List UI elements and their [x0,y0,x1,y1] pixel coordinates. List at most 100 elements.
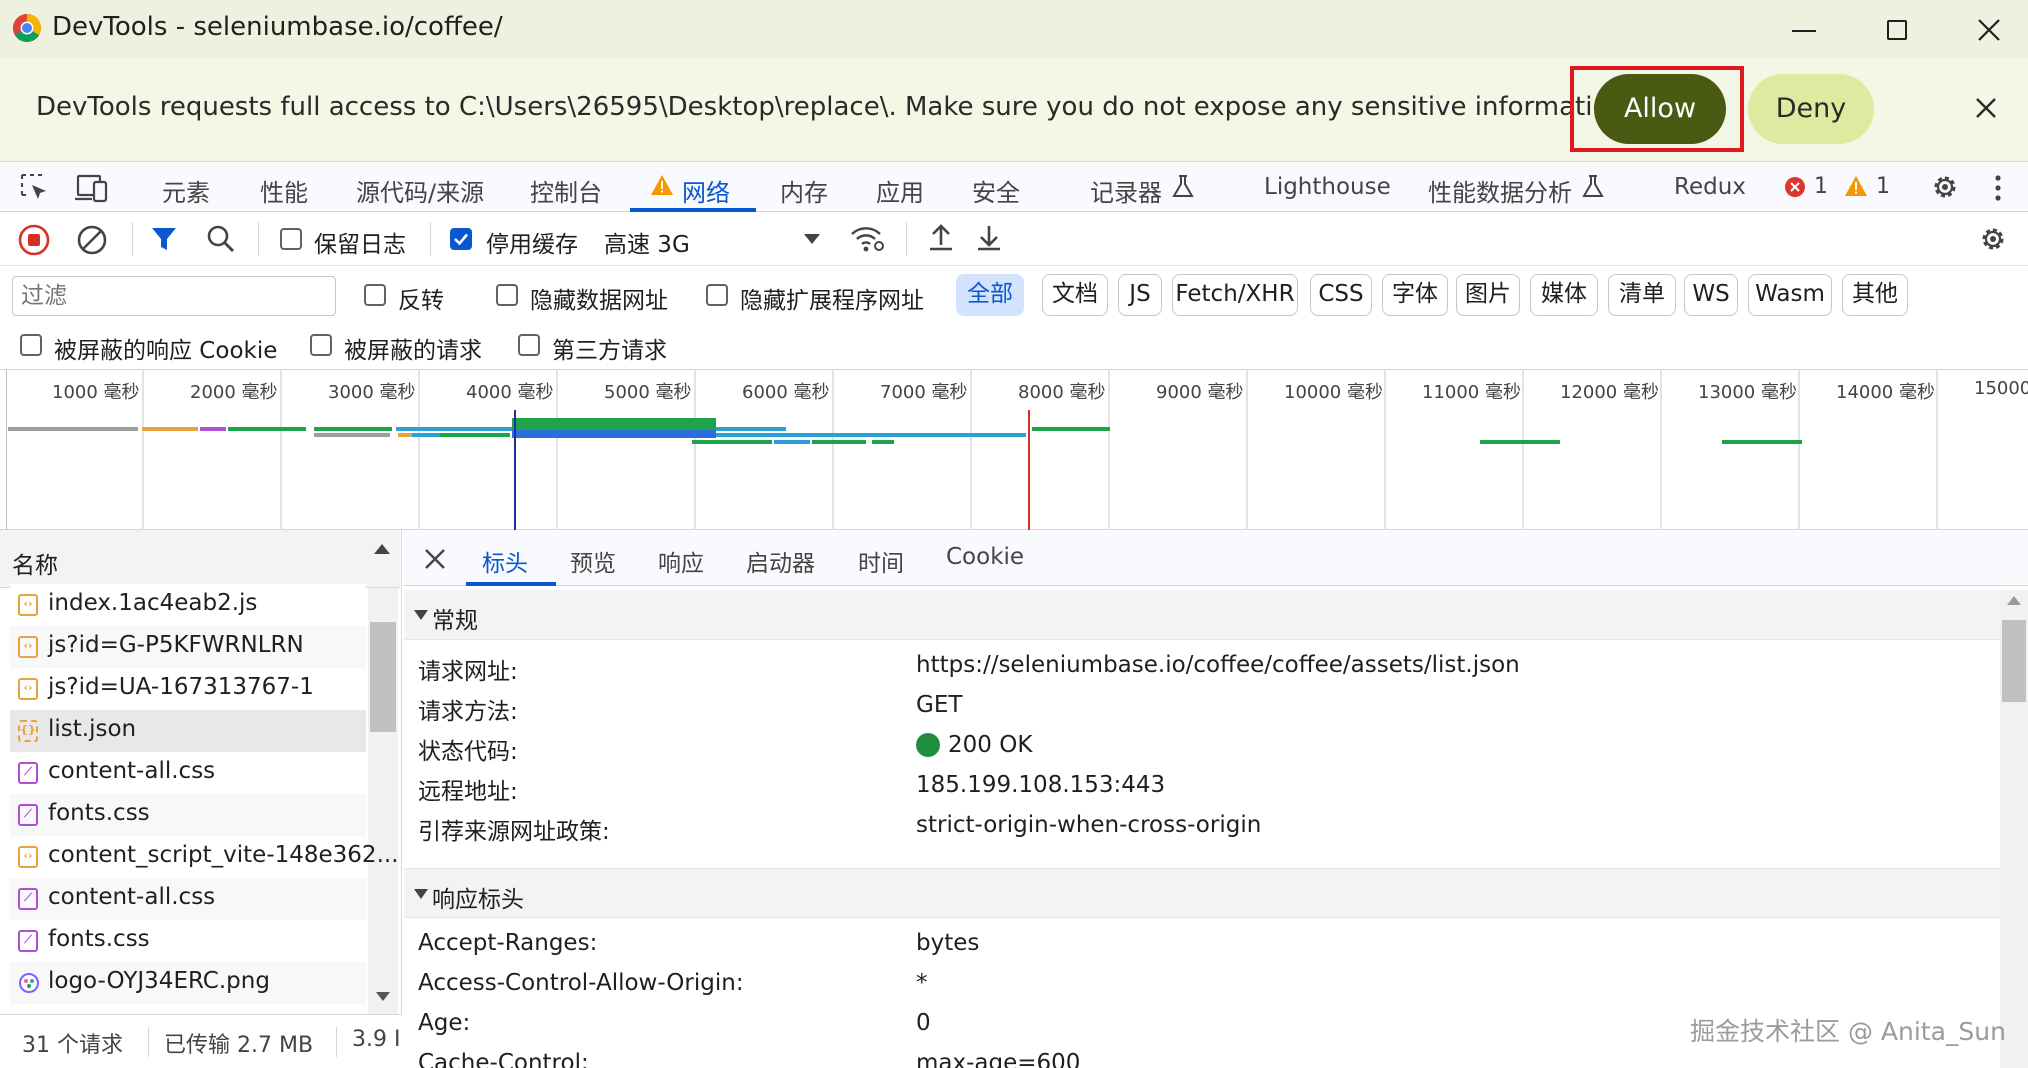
timeline-bar [142,427,198,431]
tab-performance-insights[interactable]: 性能数据分析 [1428,162,1608,212]
timeline-tick: 3000 毫秒 [328,382,416,403]
throttling-select[interactable]: 高速 3G [600,218,830,260]
scroll-up-icon[interactable] [2007,596,2021,605]
tab-security[interactable]: 安全 [972,173,1020,208]
maximize-button[interactable] [1872,10,1922,50]
issues-counter[interactable]: 1 1 [1782,162,1892,212]
search-icon[interactable] [206,224,236,254]
checkmark-icon [454,233,468,246]
minimize-button[interactable] [1780,10,1830,50]
tab-lighthouse[interactable]: Lighthouse [1264,174,1391,200]
close-infobar-button[interactable] [1966,88,2006,128]
blocked-cookies-checkbox[interactable] [20,334,42,356]
type-filter-fetch[interactable]: Fetch/XHR [1172,274,1298,316]
tab-memory[interactable]: 内存 [780,173,828,208]
request-name: fonts.css [48,926,150,952]
request-row[interactable]: ‹› js?id=UA-167313767-1 [10,668,366,710]
request-row-selected[interactable]: {} list.json [10,710,366,752]
minimize-icon [1792,30,1816,32]
header-key: Cache-Control: [418,1050,589,1068]
type-filter-ws[interactable]: WS [1684,274,1738,316]
sort-ascending-icon [374,544,390,554]
response-headers-section-header[interactable]: 响应标头 [404,868,2000,918]
close-icon [1978,19,2000,41]
export-har-icon[interactable] [974,223,1004,253]
request-row[interactable]: ⟋ content-all.css [10,878,366,920]
request-row[interactable]: logo-OYJ34ERC.png [10,962,366,1004]
tab-initiator[interactable]: 启动器 [746,544,815,578]
settings-gear-icon[interactable] [1930,172,1960,202]
type-filter-css[interactable]: CSS [1310,274,1372,316]
request-row[interactable]: ⟋ fonts.css [10,920,366,962]
type-filter-doc[interactable]: 文档 [1042,274,1108,316]
tab-application[interactable]: 应用 [876,173,924,208]
network-conditions-icon[interactable] [850,224,886,254]
filter-input[interactable] [12,276,336,316]
deny-button[interactable]: Deny [1748,74,1874,144]
import-har-icon[interactable] [926,223,956,253]
close-detail-button[interactable] [418,542,452,576]
hide-extension-urls-checkbox[interactable] [706,284,728,306]
tab-preview[interactable]: 预览 [570,544,616,578]
type-filter-js[interactable]: JS [1118,274,1162,316]
disable-cache-checkbox[interactable] [450,228,472,250]
request-list-scrollbar[interactable] [368,588,398,1020]
tab-response[interactable]: 响应 [658,544,704,578]
stop-recording-icon[interactable] [18,224,50,256]
scrollbar-thumb[interactable] [2002,620,2026,702]
tab-elements[interactable]: 元素 [162,173,210,208]
tab-timing[interactable]: 时间 [858,544,904,578]
type-filter-all[interactable]: 全部 [956,274,1024,316]
tab-console[interactable]: 控制台 [530,173,602,208]
close-window-button[interactable] [1964,10,2014,50]
response-headers-section-title: 响应标头 [432,887,524,913]
timeline-bar [1032,427,1110,431]
infobar-message: DevTools requests full access to C:\User… [36,92,1634,122]
tab-recorder[interactable]: 记录器 [1090,162,1210,212]
hide-data-urls-checkbox[interactable] [496,284,518,306]
tab-cookies[interactable]: Cookie [946,544,1024,570]
detail-scrollbar[interactable] [2000,590,2028,1068]
network-settings-gear-icon[interactable] [1978,224,2008,254]
timeline-tick: 10000 毫秒 [1284,382,1383,403]
type-filter-other[interactable]: 其他 [1842,274,1908,316]
preserve-log-checkbox[interactable] [280,228,302,250]
general-section-header[interactable]: 常规 [404,590,2000,640]
tab-headers[interactable]: 标头 [482,544,528,578]
timeline-bar [1722,440,1802,444]
request-url-value: https://seleniumbase.io/coffee/coffee/as… [916,652,1520,678]
third-party-checkbox[interactable] [518,334,540,356]
invert-checkbox[interactable] [364,284,386,306]
request-row[interactable]: ‹› content_script_vite-148e362... [10,836,399,878]
header-value: 0 [916,1010,931,1036]
blocked-requests-checkbox[interactable] [310,334,332,356]
tab-redux[interactable]: Redux [1674,174,1746,200]
more-options-icon[interactable] [1992,174,2004,202]
tab-performance[interactable]: 性能 [260,173,308,208]
request-row[interactable]: ⟋ fonts.css [10,794,366,836]
timeline-bar [512,418,716,434]
filter-icon[interactable] [150,225,178,253]
type-filter-media[interactable]: 媒体 [1530,274,1598,316]
inspect-element-icon[interactable] [20,173,50,203]
request-row[interactable]: ‹› index.1ac4eab2.js [10,584,366,626]
request-row[interactable]: ⟋ content-all.css [10,752,366,794]
clear-icon[interactable] [76,224,108,256]
header-value: * [916,970,928,996]
request-row[interactable]: ‹› js?id=G-P5KFWRNLRN [10,626,366,668]
allow-button[interactable]: Allow [1594,74,1726,144]
timeline-bar [812,440,866,444]
type-filter-wasm[interactable]: Wasm [1748,274,1832,316]
scrollbar-thumb[interactable] [370,622,396,732]
tab-network[interactable]: 网络 [630,162,756,212]
type-filter-img[interactable]: 图片 [1456,274,1520,316]
device-toolbar-icon[interactable] [74,173,110,203]
tab-sources[interactable]: 源代码/来源 [356,173,484,208]
tab-recorder-label: 记录器 [1090,179,1162,207]
type-filter-font[interactable]: 字体 [1382,274,1448,316]
request-list-header[interactable]: 名称 [0,530,400,588]
type-filter-manifest[interactable]: 清单 [1608,274,1676,316]
timeline-bar [396,427,514,431]
scroll-down-icon[interactable] [376,992,390,1001]
script-file-icon: ‹› [18,594,38,616]
